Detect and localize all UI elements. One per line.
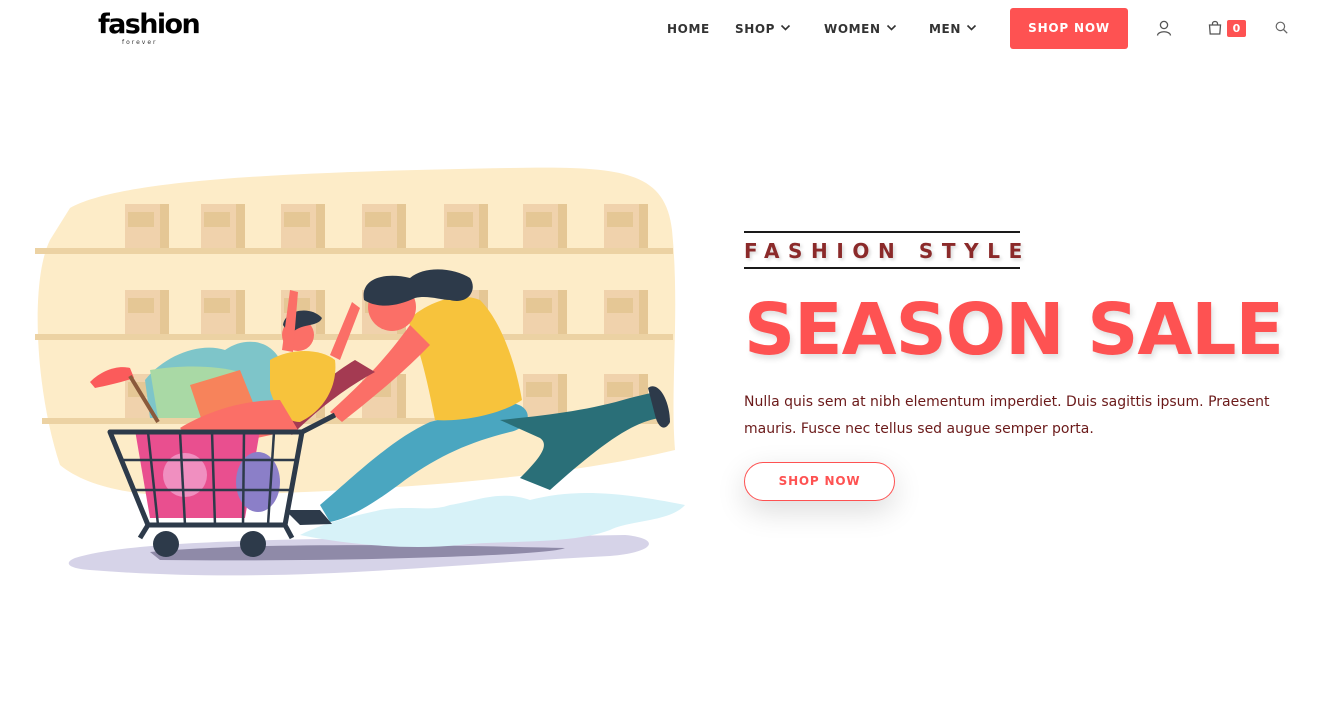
nav-men[interactable]: MEN xyxy=(929,20,977,38)
hero-shop-now-button[interactable]: SHOP NOW xyxy=(744,462,895,501)
chevron-down-icon xyxy=(966,24,977,31)
hero-headline: SEASON SALE xyxy=(744,288,1284,371)
cart-count-badge[interactable]: 0 xyxy=(1227,20,1246,37)
nav-shop[interactable]: SHOP xyxy=(735,20,791,38)
hero-kicker-text: FASHION STYLE xyxy=(744,239,1031,263)
nav-home[interactable]: HOME xyxy=(667,20,710,38)
header-shop-now-button[interactable]: SHOP NOW xyxy=(1010,8,1128,49)
search-icon[interactable] xyxy=(1275,21,1288,34)
nav-home-label: HOME xyxy=(667,22,710,36)
main-navigation: HOME SHOP WOMEN MEN SHOP NOW 0 xyxy=(0,0,1342,56)
hero-description: Nulla quis sem at nibh elementum imperdi… xyxy=(744,394,1270,437)
shopping-illustration xyxy=(35,167,685,576)
nav-women-label: WOMEN xyxy=(824,22,881,36)
hero-kicker: FASHION STYLE xyxy=(744,231,1031,269)
nav-shop-label: SHOP xyxy=(735,22,776,36)
nav-women[interactable]: WOMEN xyxy=(824,20,897,38)
user-icon[interactable] xyxy=(1156,20,1172,36)
nav-men-label: MEN xyxy=(929,22,961,36)
shopping-bag-icon[interactable] xyxy=(1208,20,1222,35)
chevron-down-icon xyxy=(781,24,791,31)
chevron-down-icon xyxy=(886,24,896,31)
